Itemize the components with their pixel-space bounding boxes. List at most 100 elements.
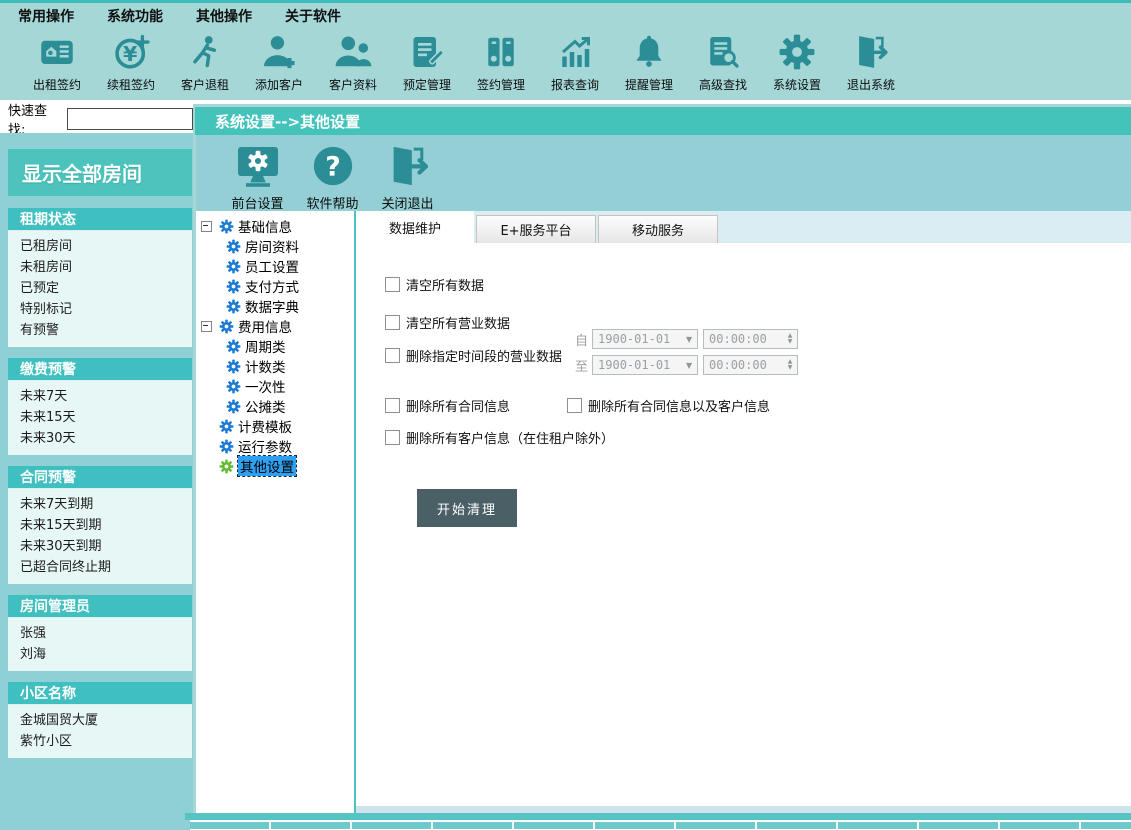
from-time-stepper[interactable]: 00:00:00 ▲▼ — [703, 329, 798, 349]
tree-node-payment-method[interactable]: 支付方式 — [196, 276, 354, 296]
menu-item-other-operations[interactable]: 其他操作 — [196, 6, 252, 26]
clear-business-data-row: 清空所有营业数据 — [385, 313, 510, 332]
booking-manage-button[interactable]: 预定管理 — [390, 29, 464, 93]
sidebar-item-next-30-days[interactable]: 未来30天 — [8, 428, 192, 449]
tree-node-billing-template[interactable]: 计费模板 — [196, 416, 354, 436]
start-cleanup-button[interactable]: 开始清理 — [417, 489, 517, 527]
tree-node-basic-info[interactable]: 基础信息 — [196, 216, 354, 236]
tree-node-data-dictionary[interactable]: 数据字典 — [196, 296, 354, 316]
clear-all-data-checkbox[interactable] — [385, 277, 400, 292]
sidebar-item-expire-7-days[interactable]: 未来7天到期 — [8, 494, 192, 515]
sidebar-item-expire-15-days[interactable]: 未来15天到期 — [8, 515, 192, 536]
report-query-button[interactable]: 报表查询 — [538, 29, 612, 93]
from-date-select[interactable]: 1900-01-01 ▼ — [592, 329, 698, 349]
customer-info-button[interactable]: 客户资料 — [316, 29, 390, 93]
contract-manage-icon — [483, 29, 519, 75]
clear-business-data-checkbox[interactable] — [385, 315, 400, 330]
exit-system-icon — [852, 29, 890, 75]
delete-contracts-row: 删除所有合同信息 — [385, 396, 510, 415]
reminder-manage-button[interactable]: 提醒管理 — [612, 29, 686, 93]
tree-node-fee-info[interactable]: 费用信息 — [196, 316, 354, 336]
delete-customers-row: 删除所有客户信息（在住租户除外） — [385, 428, 614, 447]
subtoolbar-label: 关闭退出 — [381, 193, 433, 212]
tree-node-other-settings[interactable]: 其他设置 — [196, 456, 354, 476]
quick-find-input[interactable] — [67, 108, 193, 130]
bottom-strip-teal — [185, 813, 1131, 820]
exit-system-button[interactable]: 退出系统 — [834, 29, 908, 93]
checkbox-label: 删除所有合同信息以及客户信息 — [588, 396, 770, 415]
tab-e-service-platform[interactable]: E+服务平台 — [476, 215, 596, 243]
tree-node-room-data[interactable]: 房间资料 — [196, 236, 354, 256]
advanced-search-button[interactable]: 高级查找 — [686, 29, 760, 93]
tree-node-shared-type[interactable]: 公摊类 — [196, 396, 354, 416]
toolbar-label: 签约管理 — [477, 76, 525, 93]
svg-text:¥: ¥ — [123, 42, 138, 66]
tree-node-label: 支付方式 — [245, 276, 299, 296]
delete-contracts-checkbox[interactable] — [385, 398, 400, 413]
system-settings-icon — [778, 29, 816, 75]
tree-node-label: 员工设置 — [245, 256, 299, 276]
tree-node-one-time[interactable]: 一次性 — [196, 376, 354, 396]
sidebar-item-contract-overdue[interactable]: 已超合同终止期 — [8, 557, 192, 578]
tree-node-count-type[interactable]: 计数类 — [196, 356, 354, 376]
sidebar-item-community[interactable]: 金城国贸大厦 — [8, 710, 192, 731]
sub-toolbar: 前台设置 ? 软件帮助 关闭退出 — [196, 135, 1131, 211]
add-customer-button[interactable]: 添加客户 — [242, 29, 316, 93]
tree-node-label: 运行参数 — [238, 436, 292, 456]
customer-checkout-button[interactable]: 客户退租 — [168, 29, 242, 93]
sidebar-item-special-mark[interactable]: 特别标记 — [8, 299, 192, 320]
menu-item-system-functions[interactable]: 系统功能 — [107, 6, 163, 26]
tree-node-employee-settings[interactable]: 员工设置 — [196, 256, 354, 276]
checkbox-label: 清空所有数据 — [406, 275, 484, 294]
quick-find-bar: 快速查找: — [0, 104, 193, 133]
sidebar-item-next-7-days[interactable]: 未来7天 — [8, 386, 192, 407]
renew-lease-button[interactable]: ¥ 续租签约 — [94, 29, 168, 93]
reminder-manage-icon — [631, 29, 667, 75]
sidebar-item-has-warning[interactable]: 有预警 — [8, 320, 192, 341]
spinner-arrows-icon: ▲▼ — [783, 333, 797, 345]
delete-contracts-customers-checkbox[interactable] — [567, 398, 582, 413]
sidebar-item-reserved[interactable]: 已预定 — [8, 278, 192, 299]
rent-sign-icon — [39, 29, 75, 75]
tab-mobile-service[interactable]: 移动服务 — [598, 215, 718, 243]
delete-customers-checkbox[interactable] — [385, 430, 400, 445]
show-all-rooms-button[interactable]: 显示全部房间 — [8, 148, 192, 196]
breadcrumb: 系统设置-->其他设置 — [195, 107, 1131, 135]
sidebar-item-unrented-rooms[interactable]: 未租房间 — [8, 257, 192, 278]
front-desk-settings-button[interactable]: 前台设置 — [220, 141, 295, 212]
software-help-button[interactable]: ? 软件帮助 — [295, 141, 370, 212]
tab-bar: 数据维护 E+服务平台 移动服务 — [356, 211, 1131, 243]
sidebar-item-manager[interactable]: 刘海 — [8, 644, 192, 665]
to-time-value: 00:00:00 — [709, 358, 767, 372]
subtoolbar-label: 前台设置 — [231, 193, 283, 212]
tree-node-period-type[interactable]: 周期类 — [196, 336, 354, 356]
customer-info-icon — [334, 29, 372, 75]
sidebar-item-rented-rooms[interactable]: 已租房间 — [8, 236, 192, 257]
sidebar-section-contract-warning: 合同预警 未来7天到期 未来15天到期 未来30天到期 已超合同终止期 — [8, 466, 192, 584]
sidebar-item-next-15-days[interactable]: 未来15天 — [8, 407, 192, 428]
menu-item-common-operations[interactable]: 常用操作 — [18, 6, 74, 26]
collapse-icon[interactable] — [201, 321, 212, 332]
sidebar-item-manager[interactable]: 张强 — [8, 623, 192, 644]
delete-range-checkbox[interactable] — [385, 348, 400, 363]
contract-manage-button[interactable]: 签约管理 — [464, 29, 538, 93]
close-exit-button[interactable]: 关闭退出 — [370, 141, 445, 212]
main-toolbar: 出租签约 ¥ 续租签约 客户退租 添加客户 客户资料 — [0, 29, 1131, 100]
settings-tab-panel: 数据维护 E+服务平台 移动服务 清空所有数据 清空所有营业数据 删除指定时间段… — [356, 211, 1131, 813]
tab-data-maintenance[interactable]: 数据维护 — [356, 211, 474, 243]
to-time-stepper[interactable]: 00:00:00 ▲▼ — [703, 355, 798, 375]
rent-sign-button[interactable]: 出租签约 — [20, 29, 94, 93]
toolbar-label: 提醒管理 — [625, 76, 673, 93]
customer-checkout-icon — [187, 29, 223, 75]
sidebar-item-community[interactable]: 紫竹小区 — [8, 731, 192, 752]
menu-item-about-software[interactable]: 关于软件 — [285, 6, 341, 26]
delete-range-row: 删除指定时间段的营业数据 — [385, 346, 562, 365]
gear-icon — [226, 299, 241, 314]
chevron-down-icon: ▼ — [681, 361, 697, 370]
collapse-icon[interactable] — [201, 221, 212, 232]
to-date-select[interactable]: 1900-01-01 ▼ — [592, 355, 698, 375]
system-settings-button[interactable]: 系统设置 — [760, 29, 834, 93]
sidebar: 显示全部房间 租期状态 已租房间 未租房间 已预定 特别标记 有预警 缴费预警 … — [0, 133, 193, 822]
sidebar-item-expire-30-days[interactable]: 未来30天到期 — [8, 536, 192, 557]
tree-node-runtime-params[interactable]: 运行参数 — [196, 436, 354, 456]
